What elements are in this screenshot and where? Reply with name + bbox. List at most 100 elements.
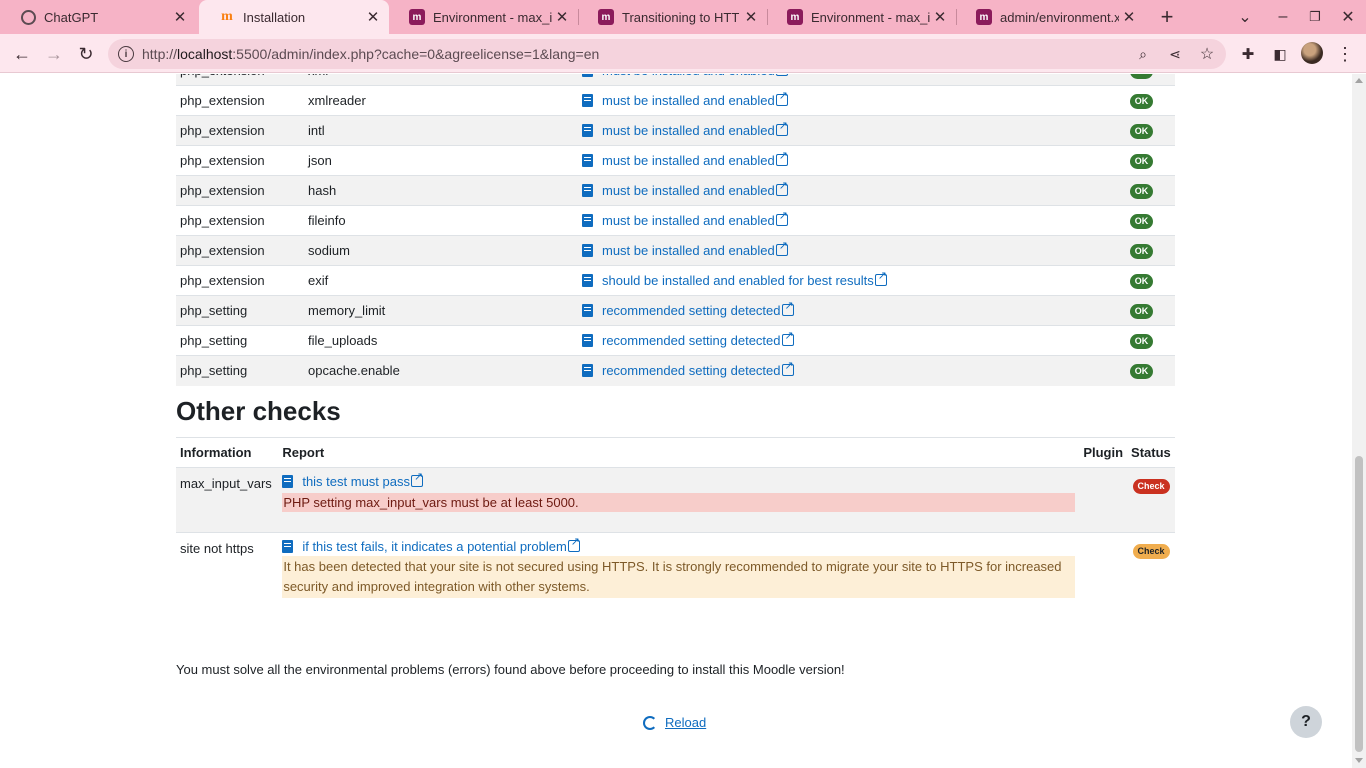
close-icon[interactable]: ✕	[1119, 7, 1139, 27]
check-report-cell: recommended setting detected	[578, 326, 1108, 356]
scroll-up-icon[interactable]	[1355, 78, 1363, 83]
check-info-cell: json	[308, 153, 332, 168]
close-icon[interactable]: ✕	[741, 7, 761, 27]
tab-installation[interactable]: m Installation ✕	[199, 0, 389, 34]
bookmark-star-icon[interactable]: ☆	[1198, 45, 1216, 63]
tab-environment-2[interactable]: m Environment - max_i ✕	[767, 0, 956, 34]
report-link[interactable]: recommended setting detected	[602, 333, 781, 348]
check-name-cell: php_extension	[180, 183, 265, 198]
documentation-icon	[582, 94, 593, 107]
report-link[interactable]: recommended setting detected	[602, 303, 781, 318]
report-link[interactable]: must be installed and enabled	[602, 213, 775, 228]
reload-page-icon[interactable]: ↻	[74, 42, 98, 66]
other-checks-heading: Other checks	[176, 396, 341, 426]
tab-strip: ChatGPT ✕ m Installation ✕ m Environment…	[0, 0, 1366, 34]
report-link[interactable]: this test must pass	[302, 474, 410, 489]
report-link[interactable]: must be installed and enabled	[602, 183, 775, 198]
check-info-cell: opcache.enable	[308, 363, 400, 379]
report-link[interactable]: must be installed and enabled	[602, 243, 775, 258]
plugin-cell	[1079, 468, 1127, 533]
share-icon[interactable]: ⋖	[1166, 45, 1184, 63]
report-link[interactable]: must be installed and enabled	[602, 74, 775, 78]
check-status-cell: OK	[1108, 86, 1175, 116]
check-report-cell: must be installed and enabled	[578, 86, 1108, 116]
forward-icon[interactable]: →	[42, 42, 66, 66]
status-badge: OK	[1129, 214, 1154, 229]
url-text[interactable]: http://localhost:5500/admin/index.php?ca…	[142, 46, 599, 62]
php-checks-table: php_extensionxmlmust be installed and en…	[176, 74, 1175, 386]
information-cell: max_input_vars	[180, 476, 272, 491]
documentation-icon	[582, 334, 593, 347]
status-badge: OK	[1129, 124, 1154, 139]
other-checks-table: Information Report Plugin Status max_inp…	[176, 437, 1175, 613]
minimize-icon[interactable]: –	[1272, 7, 1294, 27]
tab-admin-environment[interactable]: m admin/environment.x ✕	[956, 0, 1145, 34]
status-badge: OK	[1129, 364, 1154, 380]
check-report-cell: must be installed and enabled	[578, 146, 1108, 176]
check-name-cell: php_extension	[180, 213, 265, 228]
external-link-icon	[874, 269, 887, 286]
close-icon[interactable]: ✕	[552, 7, 572, 27]
close-icon[interactable]: ✕	[930, 7, 950, 27]
reload-button[interactable]: Reload	[643, 715, 706, 730]
table-row: php_extension xmlreader must be installed …	[176, 85, 1175, 116]
status-badge: OK	[1129, 184, 1154, 199]
window-close-icon[interactable]: ✕	[1337, 7, 1359, 27]
table-row: php_extension exif should be installed and…	[176, 265, 1175, 296]
check-status-cell: OK	[1108, 266, 1175, 296]
documentation-icon	[582, 214, 593, 227]
report-link[interactable]: recommended setting detected	[602, 363, 781, 378]
check-status-cell: OK	[1108, 296, 1175, 326]
tab-environment-1[interactable]: m Environment - max_i ✕	[389, 0, 578, 34]
menu-icon[interactable]: ⋮	[1333, 42, 1357, 66]
column-header-plugin: Plugin	[1079, 437, 1128, 468]
error-message: PHP setting max_input_vars must be at le…	[282, 493, 1076, 512]
status-badge: OK	[1129, 94, 1154, 109]
site-info-icon[interactable]: i	[118, 46, 134, 62]
check-report-cell: must be installed and enabled	[578, 236, 1108, 266]
moodle-icon: m	[976, 9, 992, 25]
documentation-icon	[282, 475, 294, 488]
report-cell: this test must pass PHP setting max_inpu…	[278, 468, 1079, 533]
tab-title: admin/environment.x	[1000, 9, 1119, 25]
report-link[interactable]: must be installed and enabled	[602, 93, 775, 108]
check-report-cell: must be installed and enabled	[578, 206, 1108, 236]
close-icon[interactable]: ✕	[170, 7, 190, 27]
documentation-icon	[582, 244, 593, 257]
check-report-cell: should be installed and enabled for best…	[578, 266, 1108, 296]
table-row: php_setting memory_limit recommended setti…	[176, 295, 1175, 326]
report-link[interactable]: must be installed and enabled	[602, 153, 775, 168]
external-link-icon	[781, 299, 794, 316]
table-row: max_input_vars this test must pass PHP s…	[176, 467, 1175, 533]
documentation-icon	[582, 124, 593, 137]
page-scrollbar[interactable]	[1352, 74, 1366, 768]
side-panel-icon[interactable]: ◧	[1268, 42, 1292, 66]
close-icon[interactable]: ✕	[363, 7, 383, 27]
page-content: php_extensionxmlmust be installed and en…	[0, 74, 1352, 768]
status-cell: Check	[1127, 468, 1175, 533]
report-cell: if this test fails, it indicates a poten…	[278, 533, 1079, 613]
extensions-icon[interactable]: ✚	[1236, 42, 1260, 66]
tab-transitioning[interactable]: m Transitioning to HTT ✕	[578, 0, 767, 34]
profile-avatar[interactable]	[1301, 42, 1323, 64]
tab-title: Environment - max_i	[811, 9, 930, 25]
external-link-icon	[410, 470, 423, 487]
tab-chatgpt[interactable]: ChatGPT ✕	[0, 0, 196, 34]
help-button[interactable]: ?	[1290, 706, 1322, 738]
new-tab-button[interactable]: +	[1156, 4, 1178, 29]
report-link[interactable]: should be installed and enabled for best…	[602, 273, 874, 288]
moodle-m-icon: m	[221, 9, 233, 24]
back-icon[interactable]: ←	[10, 42, 34, 66]
status-badge: OK	[1129, 74, 1154, 79]
scrollbar-thumb[interactable]	[1355, 456, 1363, 752]
scroll-down-icon[interactable]	[1355, 758, 1363, 763]
reload-label: Reload	[665, 715, 707, 730]
report-link[interactable]: must be installed and enabled	[602, 123, 775, 138]
tab-search-icon[interactable]: ⌄	[1234, 7, 1256, 27]
restore-icon[interactable]: ❐	[1304, 7, 1326, 27]
table-row: php_extension hash must be installed and e…	[176, 175, 1175, 206]
tab-title: Environment - max_i	[433, 9, 552, 25]
address-bar[interactable]: i http://localhost:5500/admin/index.php?…	[108, 39, 1226, 69]
zoom-icon[interactable]: ⌕	[1134, 45, 1152, 63]
report-link[interactable]: if this test fails, it indicates a poten…	[302, 539, 566, 554]
